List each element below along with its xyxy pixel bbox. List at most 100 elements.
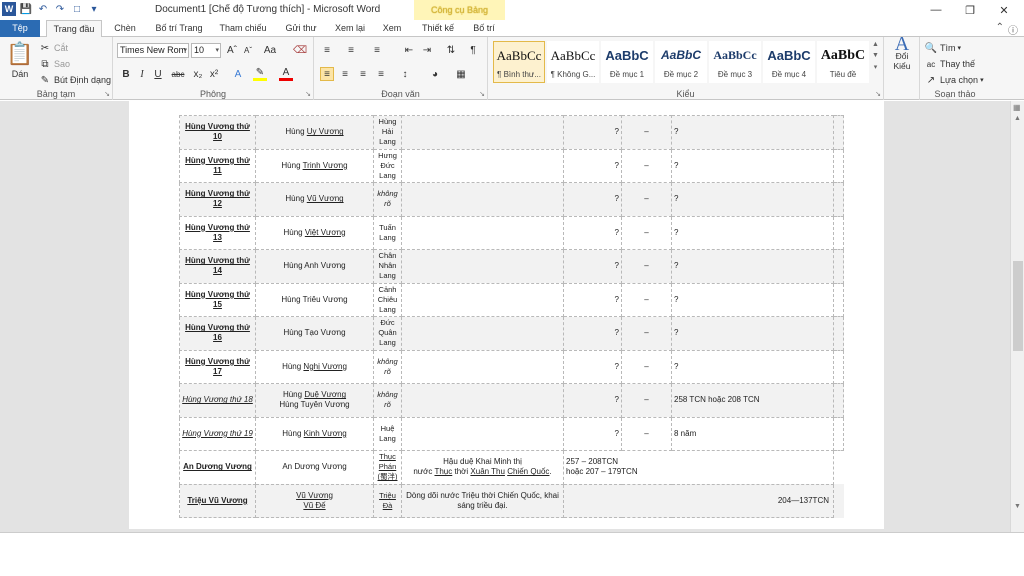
grow-font-icon[interactable]: Aˆ — [225, 43, 239, 57]
tab-table-layout[interactable]: Bố trí — [466, 20, 502, 37]
paragraph-launcher-icon[interactable]: ↘ — [479, 90, 485, 98]
customize-qat-icon[interactable]: ▾ — [87, 2, 101, 16]
font-size-combo[interactable]: 10 ▾ — [191, 43, 221, 58]
sort-icon[interactable]: ⇅ — [444, 43, 458, 57]
dash-cell[interactable]: – — [621, 416, 672, 451]
start-year-cell[interactable]: ? — [563, 215, 622, 250]
duration-cell[interactable]: ? — [671, 215, 834, 250]
replace-button[interactable]: ac Thay thế — [924, 57, 975, 71]
duration-cell[interactable]: ? — [671, 148, 834, 183]
tab-table-design[interactable]: Thiết kế — [418, 20, 458, 37]
empty-cell[interactable] — [833, 249, 844, 284]
help-icon[interactable]: ⓘ — [1008, 22, 1018, 37]
description-cell[interactable] — [401, 383, 564, 418]
dash-cell[interactable]: – — [621, 249, 672, 284]
king-name-cell[interactable]: An Dương Vương — [179, 450, 256, 485]
duration-cell[interactable]: ? — [671, 282, 834, 317]
duration-cell[interactable]: 8 năm — [671, 416, 834, 451]
styles-launcher-icon[interactable]: ↘ — [875, 90, 881, 98]
print-preview-icon[interactable]: □ — [70, 2, 84, 16]
personal-name-cell[interactable]: Thục Phán (蜀泮) — [373, 450, 402, 485]
change-case-icon[interactable]: Aa — [263, 43, 277, 57]
tab-view[interactable]: Xem — [378, 20, 406, 37]
bold-icon[interactable]: B — [119, 67, 133, 81]
description-cell[interactable] — [401, 148, 564, 183]
start-year-cell[interactable]: ? — [563, 416, 622, 451]
undo-icon[interactable]: ↶ — [36, 2, 50, 16]
duration-cell[interactable]: 258 TCN hoặc 208 TCN — [671, 383, 834, 418]
subscript-icon[interactable]: x₂ — [191, 67, 205, 81]
dash-cell[interactable]: – — [621, 182, 672, 217]
personal-name-cell[interactable]: Cảnh Chiêu Lang — [373, 282, 402, 317]
description-cell[interactable]: Hậu duệ Khai Minh thị nước Thục thời Xuân… — [401, 450, 564, 485]
tab-page-layout[interactable]: Bố trí Trang — [150, 20, 208, 37]
copy-button[interactable]: ⧉ Sao — [38, 57, 70, 71]
king-title-cell[interactable]: An Dương Vương — [255, 450, 374, 485]
minimize-ribbon-icon[interactable]: ⌃ — [996, 22, 1004, 37]
cut-button[interactable]: ✂ Cắt — [38, 41, 68, 55]
scrollbar-thumb[interactable] — [1013, 261, 1023, 351]
clear-formatting-icon[interactable]: ⌫ — [293, 43, 307, 57]
king-name-cell[interactable]: Hùng Vương thứ 14 — [179, 249, 256, 284]
personal-name-cell[interactable]: Tuấn Lang — [373, 215, 402, 250]
tab-file[interactable]: Tệp — [0, 20, 40, 37]
personal-name-cell[interactable]: Chân Nhân Lang — [373, 249, 402, 284]
king-name-cell[interactable]: Hùng Vương thứ 18 — [179, 383, 256, 418]
king-name-cell[interactable]: Hùng Vương thứ 13 — [179, 215, 256, 250]
king-title-cell[interactable]: Hùng Duệ Vương Hùng Tuyên Vương — [255, 383, 374, 418]
styles-scroll[interactable]: ▲ ▼ ▾ — [872, 41, 879, 71]
description-cell[interactable] — [401, 249, 564, 284]
king-title-cell[interactable]: Hùng Nghị Vương — [255, 349, 374, 384]
dash-cell[interactable]: – — [621, 115, 672, 150]
personal-name-cell[interactable]: Huệ Lang — [373, 416, 402, 451]
shrink-font-icon[interactable]: Aˇ — [241, 43, 255, 57]
clipboard-launcher-icon[interactable]: ↘ — [104, 90, 110, 98]
start-year-cell[interactable]: ? — [563, 148, 622, 183]
start-year-cell[interactable]: ? — [563, 182, 622, 217]
decrease-indent-icon[interactable]: ⇤ — [402, 43, 416, 57]
duration-cell[interactable]: ? — [671, 182, 834, 217]
description-cell[interactable] — [401, 182, 564, 217]
style-title[interactable]: AaBbC Tiêu đề — [817, 41, 869, 83]
king-title-cell[interactable]: Hùng Triêu Vương — [255, 282, 374, 317]
increase-indent-icon[interactable]: ⇥ — [420, 43, 434, 57]
duration-cell[interactable]: ? — [671, 249, 834, 284]
more-styles-icon[interactable]: ▾ — [874, 63, 878, 71]
king-title-cell[interactable]: Hùng Tạo Vương — [255, 316, 374, 351]
king-name-cell[interactable]: Hùng Vương thứ 15 — [179, 282, 256, 317]
shading-icon[interactable]: ◕ — [428, 67, 442, 81]
style-heading-1[interactable]: AaBbC Đề mục 1 — [601, 41, 653, 83]
change-styles-button[interactable]: A Đổi Kiểu — [886, 34, 918, 71]
reign-years-cell[interactable]: 257 – 208TCN hoặc 207 – 179TCN — [563, 450, 834, 485]
king-title-cell[interactable]: Hùng Kinh Vương — [255, 416, 374, 451]
personal-name-cell[interactable]: không rõ — [373, 383, 402, 418]
description-cell[interactable] — [401, 282, 564, 317]
numbering-icon[interactable]: ≡ — [344, 43, 358, 57]
empty-cell[interactable] — [833, 148, 844, 183]
description-cell[interactable] — [401, 416, 564, 451]
personal-name-cell[interactable]: Đức Quân Lang — [373, 316, 402, 351]
empty-cell[interactable] — [833, 316, 844, 351]
justify-icon[interactable]: ≡ — [374, 67, 388, 81]
find-button[interactable]: 🔍 Tìm ▾ — [924, 41, 961, 55]
format-painter-button[interactable]: ✎ Bút Định dạng — [38, 73, 111, 87]
description-cell[interactable] — [401, 316, 564, 351]
style-heading-2[interactable]: AaBbC Đề mục 2 — [655, 41, 707, 83]
king-title-cell[interactable]: Hùng Uy Vương — [255, 115, 374, 150]
empty-cell[interactable] — [833, 349, 844, 384]
start-year-cell[interactable]: ? — [563, 115, 622, 150]
document-table[interactable]: Hùng Vương thứ 10 Hùng Uy Vương Hùng Hải L… — [179, 115, 844, 518]
duration-cell[interactable]: ? — [671, 316, 834, 351]
reign-years-cell[interactable]: 204—137TCN — [563, 483, 834, 518]
scroll-up-icon[interactable]: ▲ — [872, 41, 879, 48]
paste-button[interactable]: 📋 Dán — [6, 41, 34, 81]
vertical-scrollbar[interactable]: ▦ ▲ ▼ — [1010, 101, 1024, 532]
start-year-cell[interactable]: ? — [563, 249, 622, 284]
tab-home[interactable]: Trang đầu — [46, 20, 102, 38]
description-cell[interactable] — [401, 349, 564, 384]
text-effects-icon[interactable]: A — [231, 67, 245, 81]
highlight-icon[interactable]: ✎ — [253, 67, 267, 81]
description-cell[interactable]: Dòng dõi nước Triệu thời Chiến Quốc, kha… — [401, 483, 564, 518]
empty-cell[interactable] — [833, 215, 844, 250]
dash-cell[interactable]: – — [621, 383, 672, 418]
